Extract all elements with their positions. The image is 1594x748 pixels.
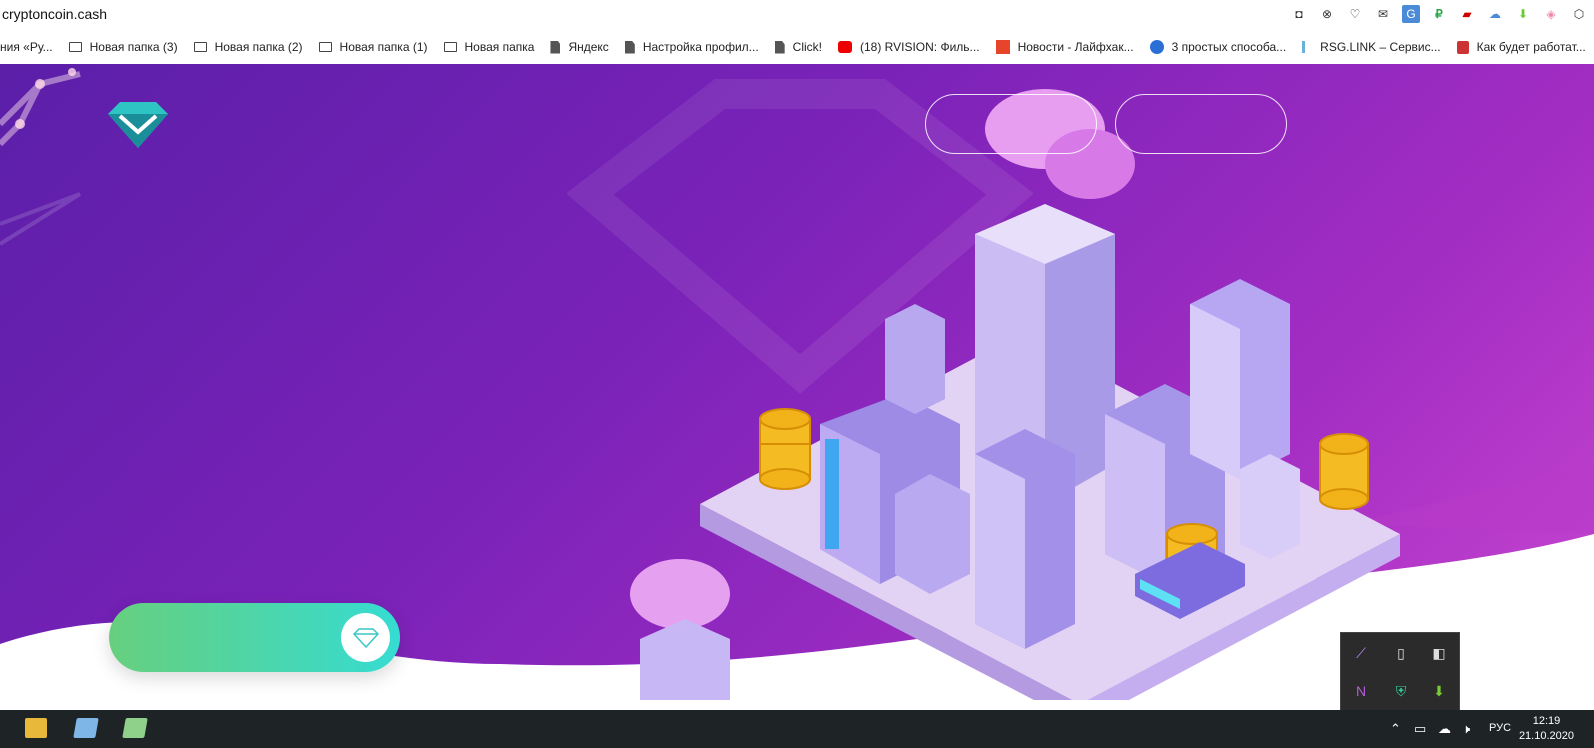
extensions-bar: ◘ ⊗ ♡ ✉ G ₽ ▰ ☁ ⬇ ◈ ⬡ (1290, 5, 1588, 23)
notepad-icon[interactable] (73, 718, 99, 738)
download-icon[interactable]: ⬇ (1429, 681, 1449, 701)
bookmark-item[interactable]: Новая папка (3) (68, 40, 178, 54)
ucoz-icon (1149, 40, 1164, 54)
bookmark-item[interactable]: Настройка профил... (624, 40, 759, 54)
cloud-icon[interactable]: ☁ (1438, 721, 1451, 737)
cube-color-icon[interactable]: ◈ (1542, 5, 1560, 23)
site-logo[interactable] (108, 102, 168, 148)
download-icon[interactable]: ⬇ (1514, 5, 1532, 23)
taskbar: ⌃ ▭ ☁ 🕨 РУС 12:19 21.10.2020 (0, 710, 1594, 748)
youtube-icon (838, 41, 852, 53)
bookmark-item[interactable]: 3 простых способа... (1149, 40, 1286, 54)
header-button-1[interactable] (925, 94, 1097, 154)
usb-icon[interactable]: ▯ (1391, 643, 1411, 663)
page-icon (624, 40, 635, 54)
folder-icon (193, 42, 207, 52)
language-indicator[interactable]: РУС (1489, 722, 1511, 734)
notes-icon[interactable] (122, 718, 148, 738)
close-circle-icon[interactable]: ⊗ (1318, 5, 1336, 23)
folder-icon (318, 42, 332, 52)
bookmark-item[interactable]: Яндекс (550, 40, 609, 54)
onenote-icon[interactable]: N (1351, 681, 1371, 701)
bookmark-item[interactable]: RSG.LINK – Сервис... (1302, 40, 1441, 54)
flag-icon[interactable]: ▰ (1458, 5, 1476, 23)
feather-icon[interactable]: ⟋ (1351, 643, 1371, 663)
date-text: 21.10.2020 (1518, 730, 1574, 742)
header-button-2[interactable] (1115, 94, 1287, 154)
bookmark-item[interactable]: Click! (774, 40, 822, 54)
bookmark-item[interactable]: Новости - Лайфхак... (995, 40, 1134, 54)
ruble-icon[interactable]: ₽ (1430, 5, 1448, 23)
heart-icon[interactable]: ♡ (1346, 5, 1364, 23)
bookmark-item[interactable]: (18) RVISION: Филь... (838, 40, 980, 54)
network-icon[interactable]: ▭ (1414, 721, 1426, 737)
cloud-off-icon[interactable]: ☁ (1486, 5, 1504, 23)
file-explorer-icon[interactable] (25, 718, 47, 738)
shield-icon[interactable]: ⛨ (1391, 681, 1411, 701)
dolby-icon[interactable]: ◧ (1429, 643, 1449, 663)
cta-button[interactable] (109, 603, 400, 672)
folder-icon (443, 42, 457, 52)
rsg-icon (1302, 41, 1312, 53)
bookmark-item[interactable]: Новая папка (443, 40, 534, 54)
address-bar[interactable]: cryptoncoin.cash ◘ ⊗ ♡ ✉ G ₽ ▰ ☁ ⬇ ◈ ⬡ (0, 0, 1594, 30)
translate-icon[interactable]: G (1402, 5, 1420, 23)
clock[interactable]: 12:19 21.10.2020 (1519, 714, 1574, 744)
tray-overflow-popup: ⟋ ▯ ◧ N ⛨ ⬇ (1340, 632, 1460, 712)
bookmark-item[interactable]: ния «Ру... (0, 40, 53, 54)
bookmark-item[interactable]: Новая папка (2) (193, 40, 303, 54)
bookmark-item[interactable]: Как будет работат... (1456, 40, 1586, 54)
hero-section (0, 64, 1594, 700)
cube-icon[interactable]: ⬡ (1570, 5, 1588, 23)
page-icon (550, 40, 561, 54)
time-text: 12:19 (1532, 715, 1561, 727)
url-text[interactable]: cryptoncoin.cash (2, 6, 107, 22)
camera-icon[interactable]: ◘ (1290, 5, 1308, 23)
mail-icon[interactable]: ✉ (1374, 5, 1392, 23)
page-icon (774, 40, 785, 54)
gift-icon (1456, 40, 1469, 54)
lifehacker-icon (995, 40, 1010, 54)
chevron-up-icon[interactable]: ⌃ (1390, 721, 1401, 737)
bookmark-item[interactable]: Новая папка (1) (318, 40, 428, 54)
diamond-icon (341, 613, 390, 662)
bookmarks-bar: ния «Ру... Новая папка (3) Новая папка (… (0, 34, 1594, 60)
volume-mute-icon[interactable]: 🕨 (1462, 721, 1470, 737)
folder-icon (68, 42, 82, 52)
